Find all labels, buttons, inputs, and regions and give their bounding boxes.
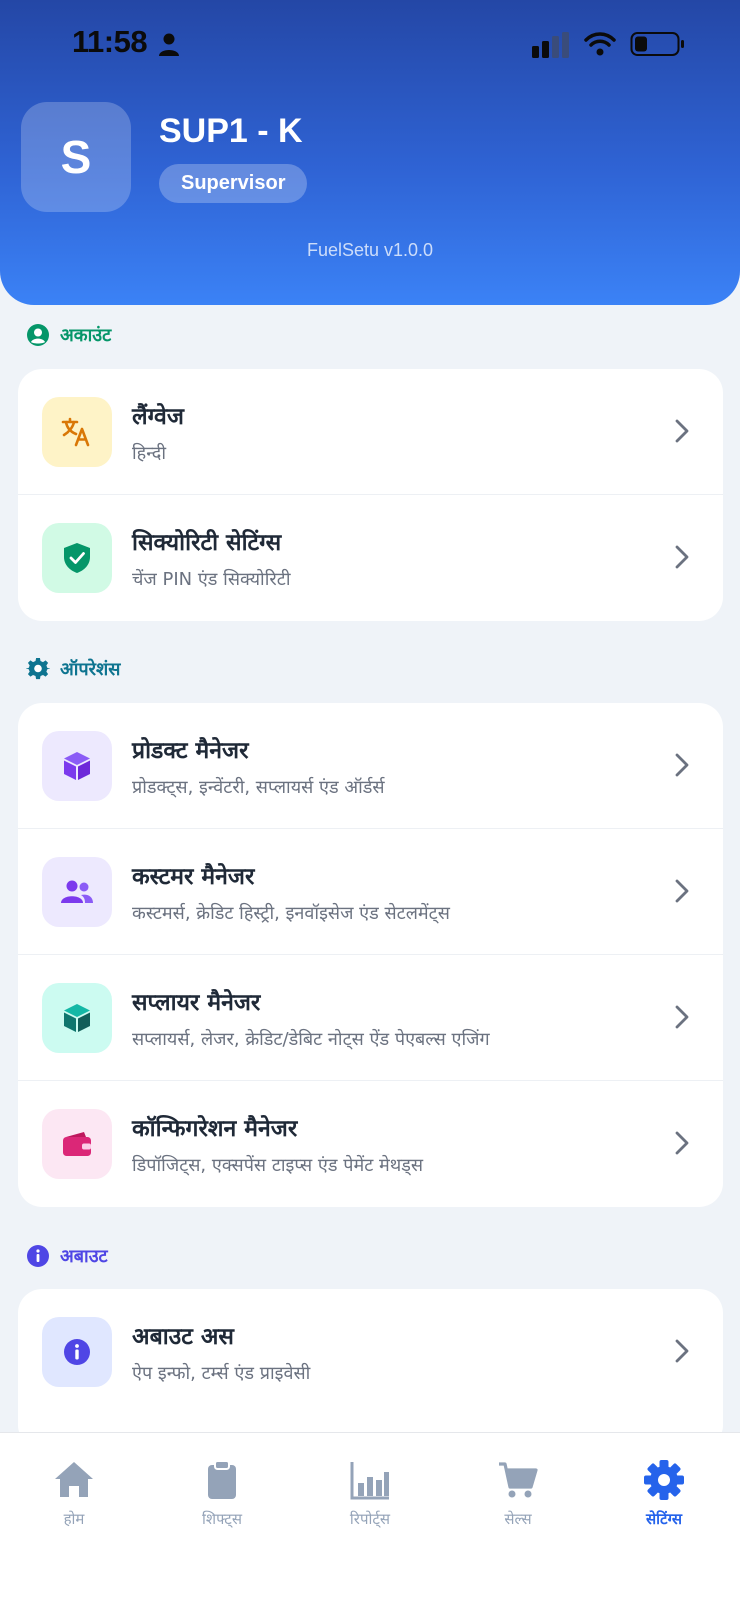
settings-row-about-us[interactable]: अबाउट अस ऐप इन्फो, टर्म्स एंड प्राइवेसी	[18, 1289, 723, 1415]
row-title: सप्लायर मैनेजर	[132, 990, 261, 1016]
nav-label: रिपोर्ट्स	[349, 1510, 391, 1528]
settings-row-configuration-manager[interactable]: कॉन्फिगरेशन मैनेजर डिपॉजिट्स, एक्सपेंस ट…	[18, 1081, 723, 1207]
signal-icon	[532, 32, 569, 58]
section-label-operations: ऑपरेशंस	[26, 656, 120, 682]
row-subtitle: ऐप इन्फो, टर्म्स एंड प्राइवेसी	[132, 1363, 311, 1384]
settings-row-supplier-manager[interactable]: सप्लायर मैनेजर सप्लायर्स, लेजर, क्रेडिट/…	[18, 955, 723, 1081]
operations-card: प्रोडक्ट मैनेजर प्रोडक्ट्स, इन्वेंटरी, स…	[18, 703, 723, 1207]
users-icon	[61, 880, 93, 903]
chevron-right-icon	[675, 1131, 689, 1155]
translate-icon	[61, 417, 90, 447]
info-icon	[27, 1245, 49, 1267]
nav-item-sales[interactable]: सेल्स	[458, 1459, 578, 1529]
row-title: अबाउट अस	[132, 1324, 234, 1350]
gear-icon	[26, 657, 50, 680]
settings-row-security[interactable]: सिक्योरिटी सेटिंग्स चेंज PIN एंड सिक्योर…	[18, 495, 723, 621]
chevron-right-icon	[675, 419, 689, 443]
avatar: S	[21, 102, 131, 212]
status-bar: 11:58	[0, 0, 740, 90]
bottom-nav: होम शिफ्ट्स रिपोर्ट्स सेल्स सेटिंग्स	[0, 1432, 740, 1600]
nav-label: शिफ्ट्स	[201, 1510, 242, 1528]
row-title: प्रोडक्ट मैनेजर	[132, 738, 249, 764]
nav-label: होम	[63, 1510, 85, 1528]
row-subtitle: डिपॉजिट्स, एक्सपेंस टाइप्स एंड पेमेंट मे…	[132, 1155, 424, 1176]
nav-item-shifts[interactable]: शिफ्ट्स	[162, 1459, 282, 1529]
section-title: अबाउट	[60, 1246, 108, 1267]
cart-icon	[499, 1462, 538, 1498]
box-icon	[64, 1004, 90, 1032]
gear-icon	[644, 1460, 684, 1500]
row-icon-box	[42, 397, 112, 467]
person-icon	[159, 33, 179, 56]
chevron-right-icon	[675, 545, 689, 569]
settings-row-language[interactable]: लैंग्वेज हिन्दी	[18, 369, 723, 495]
cube-icon	[64, 752, 90, 780]
nav-item-settings[interactable]: सेटिंग्स	[604, 1459, 724, 1529]
shield-check-icon	[64, 543, 90, 573]
section-label-account: अकाउंट	[26, 322, 111, 348]
battery-icon	[630, 32, 684, 56]
row-icon-box	[42, 1317, 112, 1387]
user-name: SUP1 - K	[159, 112, 303, 150]
nav-label: सेल्स	[504, 1510, 532, 1528]
app-version: FuelSetu v1.0.0	[306, 240, 434, 260]
row-title: कॉन्फिगरेशन मैनेजर	[132, 1116, 298, 1142]
wifi-icon	[584, 32, 616, 56]
chevron-right-icon	[675, 879, 689, 903]
row-icon-box	[42, 523, 112, 593]
account-card: लैंग्वेज हिन्दी सिक्योरिटी सेटिंग्स चेंज…	[18, 369, 723, 621]
info-icon	[64, 1339, 90, 1365]
user-circle-icon	[27, 324, 49, 346]
wallet-icon	[63, 1132, 91, 1156]
about-card: अबाउट अस ऐप इन्फो, टर्म्स एंड प्राइवेसी	[18, 1289, 723, 1449]
row-icon-box	[42, 1109, 112, 1179]
chevron-right-icon	[675, 753, 689, 777]
section-title: ऑपरेशंस	[60, 659, 121, 680]
row-title: कस्टमर मैनेजर	[132, 864, 255, 890]
row-subtitle: सप्लायर्स, लेजर, क्रेडिट/डेबिट नोट्स ऐंड…	[132, 1029, 490, 1050]
row-title: सिक्योरिटी सेटिंग्स	[132, 530, 282, 556]
chevron-right-icon	[675, 1005, 689, 1029]
row-subtitle: हिन्दी	[132, 443, 167, 464]
row-title: लैंग्वेज	[132, 404, 184, 430]
chevron-right-icon	[675, 1339, 689, 1363]
settings-row-customer-manager[interactable]: कस्टमर मैनेजर कस्टमर्स, क्रेडिट हिस्ट्री…	[18, 829, 723, 955]
nav-item-reports[interactable]: रिपोर्ट्स	[310, 1459, 430, 1529]
section-title: अकाउंट	[60, 325, 112, 346]
row-icon-box	[42, 731, 112, 801]
row-icon-box	[42, 857, 112, 927]
status-time: 11:58	[72, 24, 148, 59]
row-icon-box	[42, 983, 112, 1053]
nav-label: सेटिंग्स	[646, 1510, 682, 1528]
bar-chart-icon	[350, 1462, 389, 1500]
row-subtitle: चेंज PIN एंड सिक्योरिटी	[132, 569, 291, 590]
settings-row-product-manager[interactable]: प्रोडक्ट मैनेजर प्रोडक्ट्स, इन्वेंटरी, स…	[18, 703, 723, 829]
profile-header: 11:58 S SUP1 - K Supervisor FuelSetu v1.…	[0, 0, 740, 305]
section-label-about: अबाउट	[26, 1243, 108, 1269]
row-subtitle: प्रोडक्ट्स, इन्वेंटरी, सप्लायर्स एंड ऑर्…	[132, 777, 385, 798]
role-badge: Supervisor	[159, 164, 308, 203]
clipboard-icon	[208, 1460, 236, 1499]
row-subtitle: कस्टमर्स, क्रेडिट हिस्ट्री, इनवॉइसेज एंड…	[132, 903, 450, 924]
nav-item-home[interactable]: होम	[14, 1459, 134, 1529]
home-icon	[55, 1462, 93, 1497]
